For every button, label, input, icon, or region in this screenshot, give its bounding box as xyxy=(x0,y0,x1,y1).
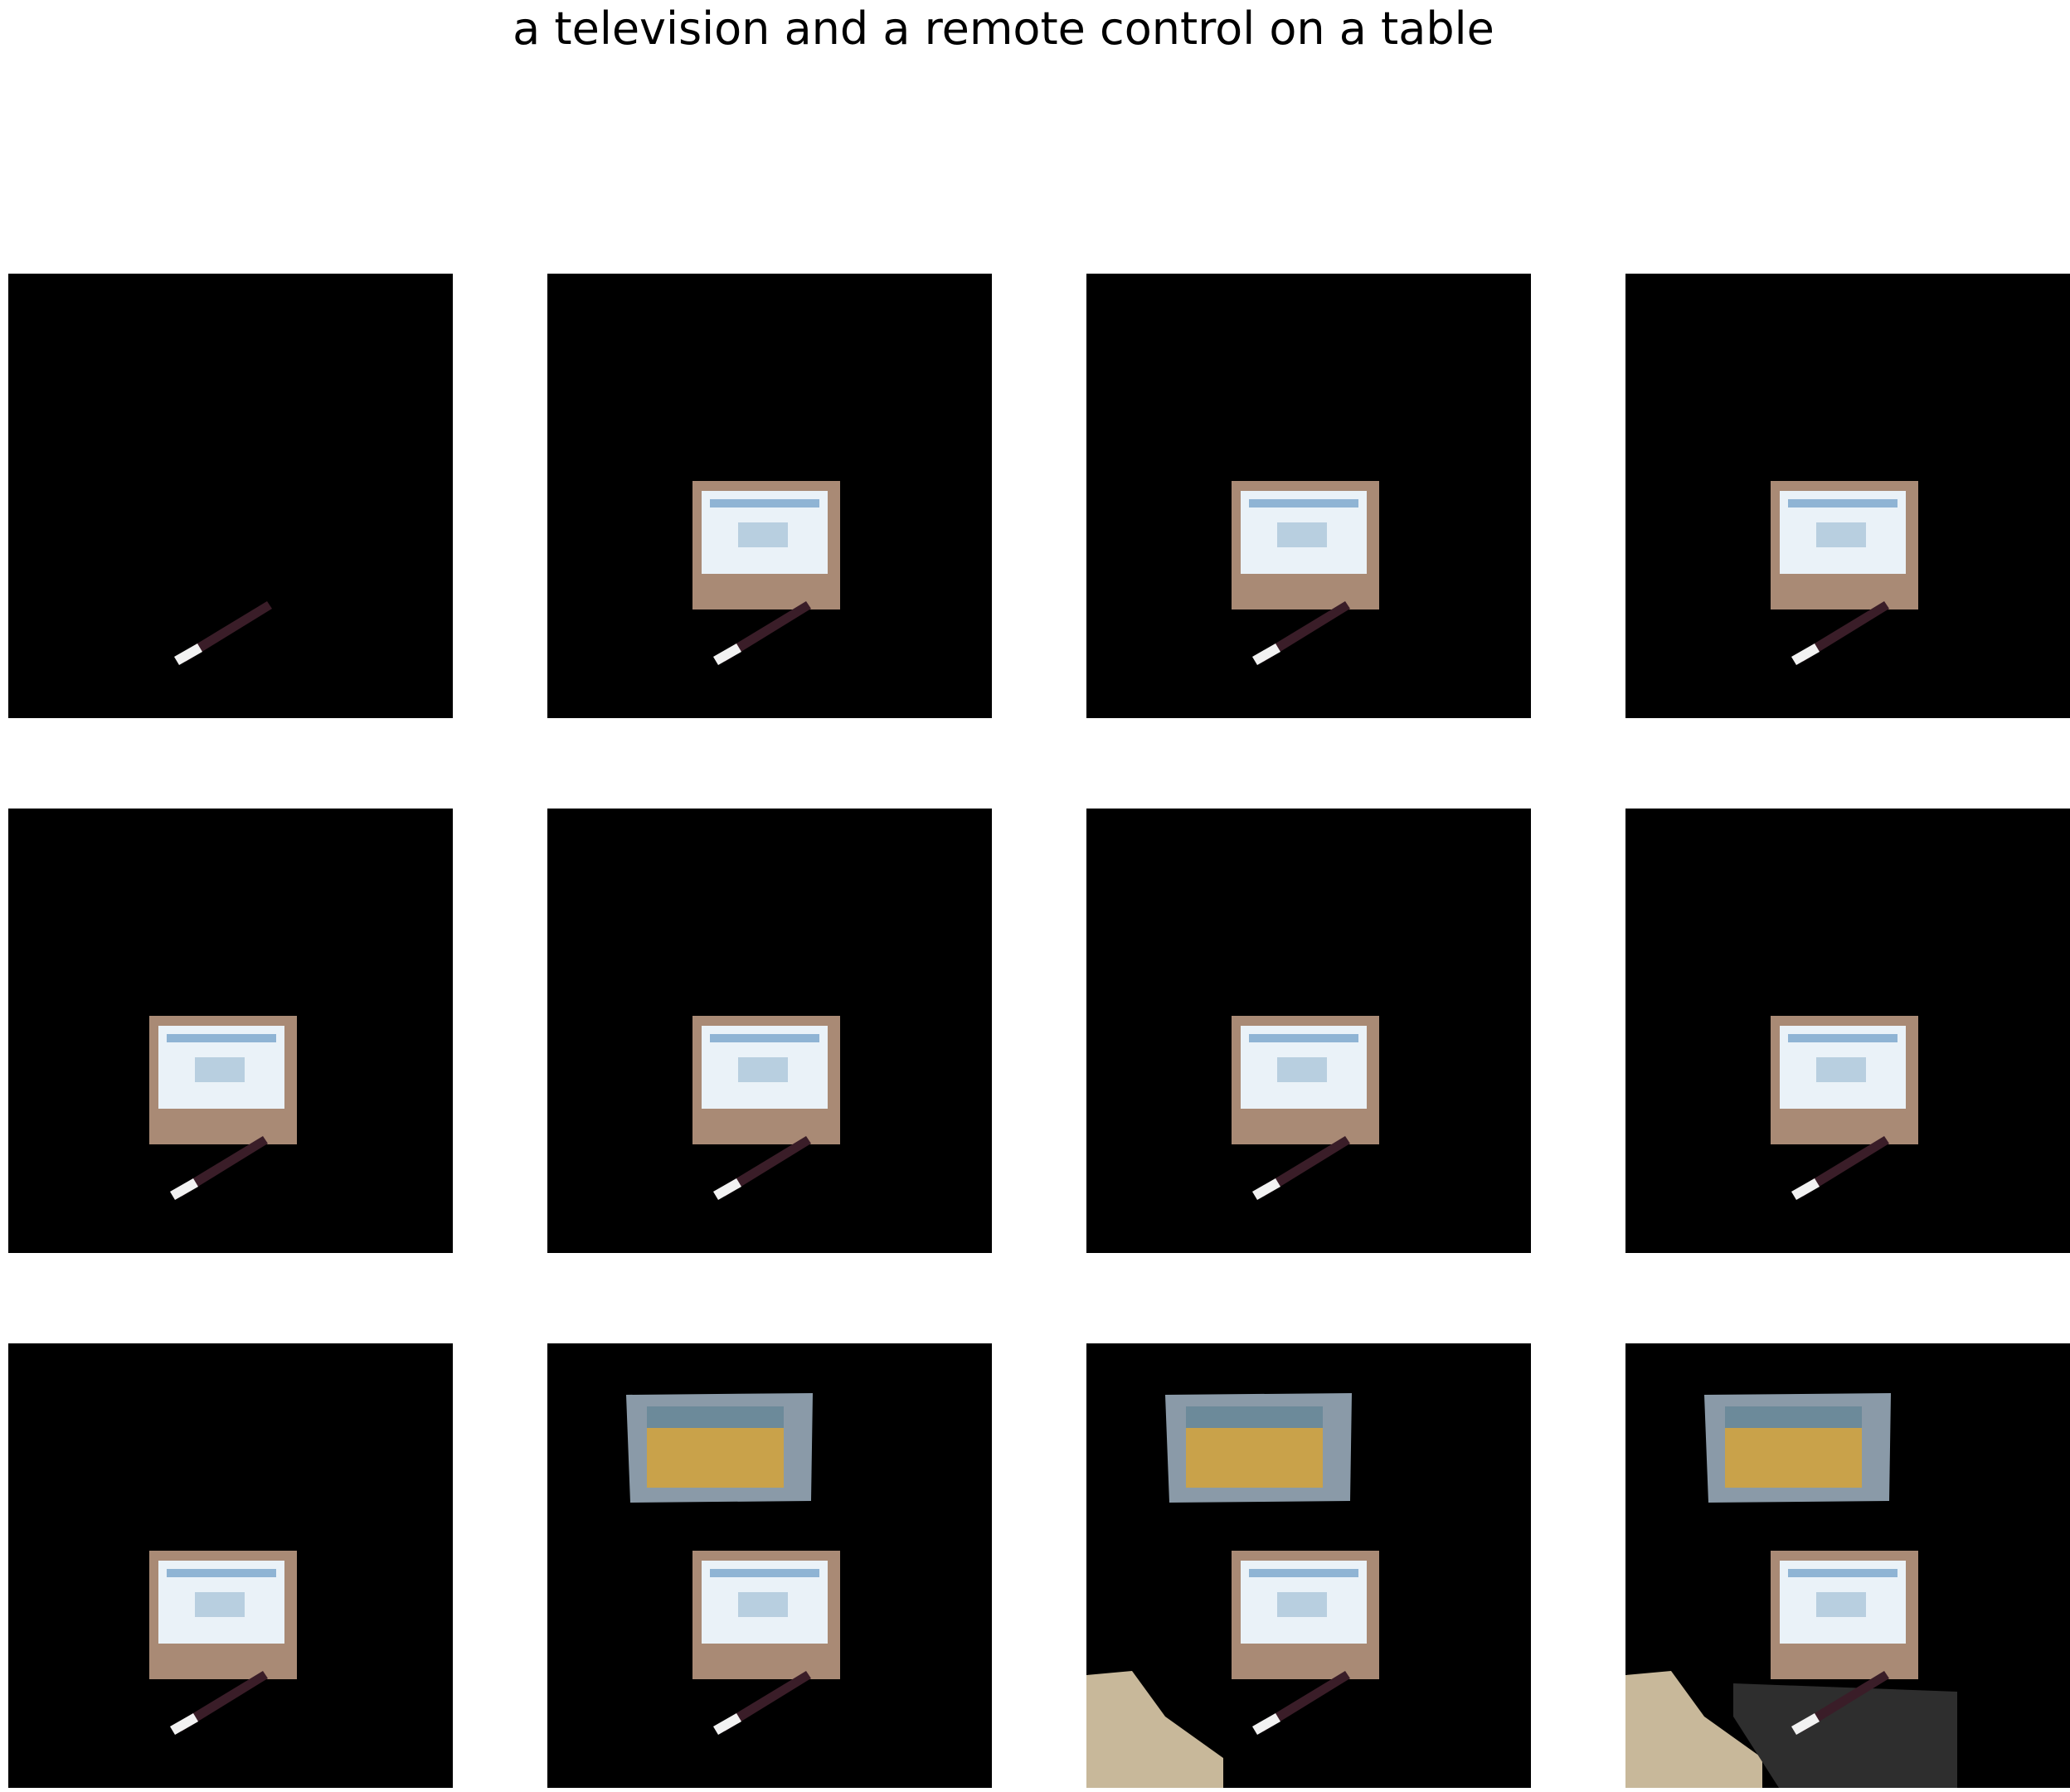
laptop-screen-window xyxy=(738,1592,788,1617)
laptop xyxy=(1232,1551,1379,1679)
generation-step-1 xyxy=(8,274,453,718)
laptop xyxy=(692,1551,840,1679)
remote-control xyxy=(713,601,811,665)
generation-step-10 xyxy=(547,1343,992,1788)
panel-canvas xyxy=(1232,1016,1379,1200)
remote-control xyxy=(713,1671,811,1735)
laptop xyxy=(692,481,840,609)
generation-step-8 xyxy=(1625,809,2070,1253)
laptop-screen-window xyxy=(1816,522,1866,547)
remote-tip xyxy=(1252,1713,1280,1735)
laptop xyxy=(1771,481,1918,609)
laptop-screen-window xyxy=(1277,1592,1327,1617)
panel-canvas xyxy=(1771,1016,1918,1200)
remote-tip xyxy=(1252,643,1280,665)
laptop-screen-window xyxy=(1816,1057,1866,1082)
laptop-screen-band xyxy=(1249,1569,1358,1577)
remote-control xyxy=(713,1136,811,1200)
remote-control xyxy=(170,1671,268,1735)
television xyxy=(1704,1393,1891,1503)
panel-canvas xyxy=(692,1016,840,1200)
laptop xyxy=(1771,1016,1918,1144)
panel-canvas xyxy=(626,1393,840,1735)
remote-control xyxy=(1791,1136,1889,1200)
floor xyxy=(1086,1671,1223,1788)
remote-tip xyxy=(174,643,202,665)
laptop xyxy=(149,1016,297,1144)
generation-step-7 xyxy=(1086,809,1531,1253)
remote-control xyxy=(1252,601,1350,665)
panel-canvas xyxy=(149,1016,297,1200)
remote-tip xyxy=(170,1713,198,1735)
laptop-screen-window xyxy=(1277,522,1327,547)
laptop-screen-band xyxy=(167,1569,276,1577)
panel-canvas xyxy=(149,1551,297,1735)
television xyxy=(1165,1393,1352,1503)
panel-canvas xyxy=(1232,481,1379,665)
panel-canvas xyxy=(1086,1393,1379,1788)
remote-tip xyxy=(713,643,741,665)
generation-step-4 xyxy=(1625,274,2070,718)
laptop-screen-window xyxy=(195,1592,245,1617)
generation-step-12 xyxy=(1625,1343,2070,1788)
remote-tip xyxy=(170,1178,198,1200)
remote-tip xyxy=(713,1178,741,1200)
generation-step-6 xyxy=(547,809,992,1253)
laptop-screen-band xyxy=(710,499,819,507)
laptop-screen-band xyxy=(710,1569,819,1577)
remote-control xyxy=(174,601,272,665)
remote-tip xyxy=(713,1713,741,1735)
remote-control xyxy=(1252,1671,1350,1735)
laptop-screen-window xyxy=(738,522,788,547)
laptop xyxy=(1232,1016,1379,1144)
panel-canvas xyxy=(692,481,840,665)
generation-step-2 xyxy=(547,274,992,718)
laptop-screen-window xyxy=(1816,1592,1866,1617)
remote-control xyxy=(1791,601,1889,665)
television xyxy=(626,1393,813,1503)
remote-control xyxy=(1252,1136,1350,1200)
generation-step-11 xyxy=(1086,1343,1531,1788)
generation-step-9 xyxy=(8,1343,453,1788)
panel-canvas xyxy=(1771,481,1918,665)
laptop-screen-window xyxy=(738,1057,788,1082)
panel-canvas xyxy=(174,601,272,665)
laptop xyxy=(692,1016,840,1144)
laptop-screen-window xyxy=(1277,1057,1327,1082)
laptop-screen-band xyxy=(1788,499,1898,507)
laptop-screen-band xyxy=(1249,1034,1358,1042)
generation-step-5 xyxy=(8,809,453,1253)
laptop-screen-window xyxy=(195,1057,245,1082)
figure-title: a television and a remote control on a t… xyxy=(513,2,1494,55)
laptop xyxy=(149,1551,297,1679)
tv-screen-top xyxy=(1725,1406,1862,1428)
laptop-screen-band xyxy=(167,1034,276,1042)
laptop-screen-band xyxy=(710,1034,819,1042)
laptop-screen-band xyxy=(1249,499,1358,507)
remote-control xyxy=(170,1136,268,1200)
laptop xyxy=(1232,481,1379,609)
laptop xyxy=(1771,1551,1918,1679)
tv-screen-top xyxy=(1186,1406,1323,1428)
remote-tip xyxy=(1791,1178,1820,1200)
remote-tip xyxy=(1252,1178,1280,1200)
remote-tip xyxy=(1791,643,1820,665)
laptop-screen-band xyxy=(1788,1034,1898,1042)
tv-screen-top xyxy=(647,1406,784,1428)
panel-canvas xyxy=(1625,1393,1957,1788)
generation-step-3 xyxy=(1086,274,1531,718)
laptop-screen-band xyxy=(1788,1569,1898,1577)
